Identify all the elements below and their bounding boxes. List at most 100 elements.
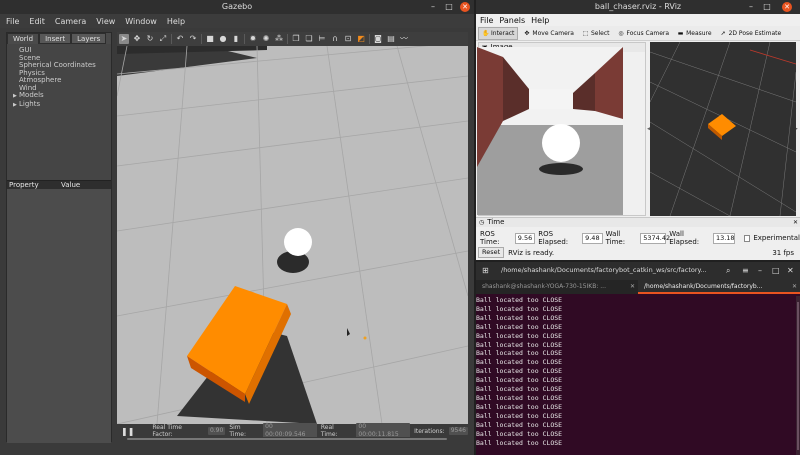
reset-button[interactable]: Reset [478,247,505,258]
property-table [7,189,111,443]
experimental-checkbox[interactable] [743,234,751,242]
gazebo-window: Gazebo – □ ✕ File Edit Camera View Windo… [0,0,474,455]
box-shape-icon[interactable]: ■ [205,34,215,44]
tree-item-label: Lights [19,99,41,108]
terminal-tab-2[interactable]: /home/shashank/Documents/factoryb... ✕ [638,280,800,294]
minimize-icon[interactable]: – [744,0,758,14]
menu-camera[interactable]: Camera [55,17,86,26]
directional-light-icon[interactable]: ⁂ [274,34,284,44]
button-label: 2D Pose Estimate [728,29,782,37]
button-label: Interact [491,29,515,37]
maximize-icon[interactable]: □ [772,266,780,275]
undo-icon[interactable]: ↶ [175,34,185,44]
scale-mode-icon[interactable]: ⤢ [158,34,168,44]
pose-estimate-button[interactable]: ➚ 2D Pose Estimate [717,28,785,39]
terminal-tab-1[interactable]: shashank@shashank-YOGA-730-15IKB: ... ✕ [476,280,638,294]
close-tab-icon[interactable]: ✕ [792,280,797,292]
terminal-output[interactable]: Ball located too CLOSE Ball located too C… [476,296,794,455]
rviz-menubar: File Panels Help [476,14,800,26]
align-icon[interactable]: ⊨ [317,34,327,44]
paste-icon[interactable]: ❏ [304,34,314,44]
select-mode-icon[interactable]: ➤ [119,34,129,44]
terminal-scrollbar[interactable] [796,296,800,455]
menu-file[interactable]: File [6,17,19,26]
terminal-line: Ball located too CLOSE [476,349,563,358]
status-text: RViz is ready. [508,248,555,257]
cylinder-shape-icon[interactable]: ▮ [231,34,241,44]
hamburger-menu-icon[interactable]: ≡ [742,266,749,275]
tree-item-lights[interactable]: ▶ Lights [13,99,105,110]
tab-label: shashank@shashank-YOGA-730-15IKB: ... [482,283,606,290]
menu-help[interactable]: Help [167,17,185,26]
rtf-label: Real Time Factor: [152,424,182,438]
maximize-icon[interactable]: □ [760,0,774,14]
menu-panels[interactable]: Panels [499,16,525,25]
sphere-shape-icon[interactable]: ● [218,34,228,44]
change-view-icon[interactable]: ⊡ [343,34,353,44]
grid-render [650,42,796,216]
gazebo-3d-viewport[interactable] [117,46,468,424]
close-icon[interactable]: ✕ [782,2,792,12]
log-icon[interactable]: ▤ [386,34,396,44]
rotate-mode-icon[interactable]: ↻ [145,34,155,44]
menu-edit[interactable]: Edit [29,17,45,26]
property-header: Property Value [7,180,111,189]
gazebo-toolbar: ➤ ✥ ↻ ⤢ ↶ ↷ ■ ● ▮ ✹ ✺ ⁂ ❐ ❏ ⊨ ∩ ⊡ ◩ ◙ ▤ … [117,32,468,46]
select-icon: ⬚ [582,29,589,37]
gazebo-menubar: File Edit Camera View Window Help [0,14,474,28]
button-label: Move Camera [532,29,574,37]
snap-icon[interactable]: ∩ [330,34,340,44]
white-ball[interactable] [284,228,312,256]
tab-insert[interactable]: Insert [39,33,72,44]
pose-estimate-icon: ➚ [720,29,726,37]
tab-world[interactable]: World [7,33,40,44]
measure-button[interactable]: ▬ Measure [674,28,715,39]
scroll-thumb[interactable] [127,438,447,440]
rtf-value: 0.90 [207,427,226,435]
screenshot-icon[interactable]: ◙ [373,34,383,44]
move-camera-button[interactable]: ✥ Move Camera [520,28,577,39]
minimize-icon[interactable]: – [758,266,762,275]
close-icon[interactable]: ✕ [787,266,794,275]
tab-layers[interactable]: Layers [71,33,107,44]
terminal-line: Ball located too CLOSE [476,313,563,322]
focus-camera-button[interactable]: ◎ Focus Camera [614,28,672,39]
menu-file[interactable]: File [480,16,493,25]
search-icon[interactable]: ⌕ [726,266,730,276]
rviz-statusbar: Reset RViz is ready. 31 fps [478,247,798,258]
focus-camera-icon: ◎ [618,29,624,37]
camera-point [363,336,367,340]
close-icon[interactable]: ✕ [460,2,470,12]
ros-time-label: ROS Time: [480,230,500,246]
select-button[interactable]: ⬚ Select [579,28,613,39]
close-tab-icon[interactable]: ✕ [630,280,635,294]
tab-label: /home/shashank/Documents/factoryb... [644,283,763,290]
time-panel-title: ◷ Time ✕ [476,218,800,227]
3d-grid-view[interactable] [650,42,796,216]
terminal-line: Ball located too CLOSE [476,411,563,420]
menu-help[interactable]: Help [531,16,549,25]
interact-button[interactable]: ✋ Interact [478,26,519,40]
fps-readout: 31 fps [772,248,794,257]
time-panel-label: Time [487,218,505,226]
world-tabs: World Insert Layers [7,33,111,44]
viewport-scrollbar[interactable] [117,437,468,441]
ros-time-field: 9.56 [514,232,536,244]
copy-icon[interactable]: ❐ [291,34,301,44]
pause-icon[interactable]: ❚❚ [121,427,134,436]
translate-mode-icon[interactable]: ✥ [132,34,142,44]
menu-view[interactable]: View [96,17,115,26]
plot-icon[interactable]: 〰 [399,34,409,44]
new-tab-icon[interactable]: ⊞ [482,266,489,275]
menu-window[interactable]: Window [125,17,157,26]
close-panel-icon[interactable]: ✕ [793,218,800,227]
joint-icon[interactable]: ◩ [356,34,366,44]
redo-icon[interactable]: ↷ [188,34,198,44]
ros-elapsed-field: 9.48 [582,232,603,244]
camera-image-view[interactable] [477,47,623,215]
point-light-icon[interactable]: ✹ [248,34,258,44]
maximize-icon[interactable]: □ [442,0,456,14]
minimize-icon[interactable]: – [426,0,440,14]
spot-light-icon[interactable]: ✺ [261,34,271,44]
scroll-thumb[interactable] [797,302,799,450]
